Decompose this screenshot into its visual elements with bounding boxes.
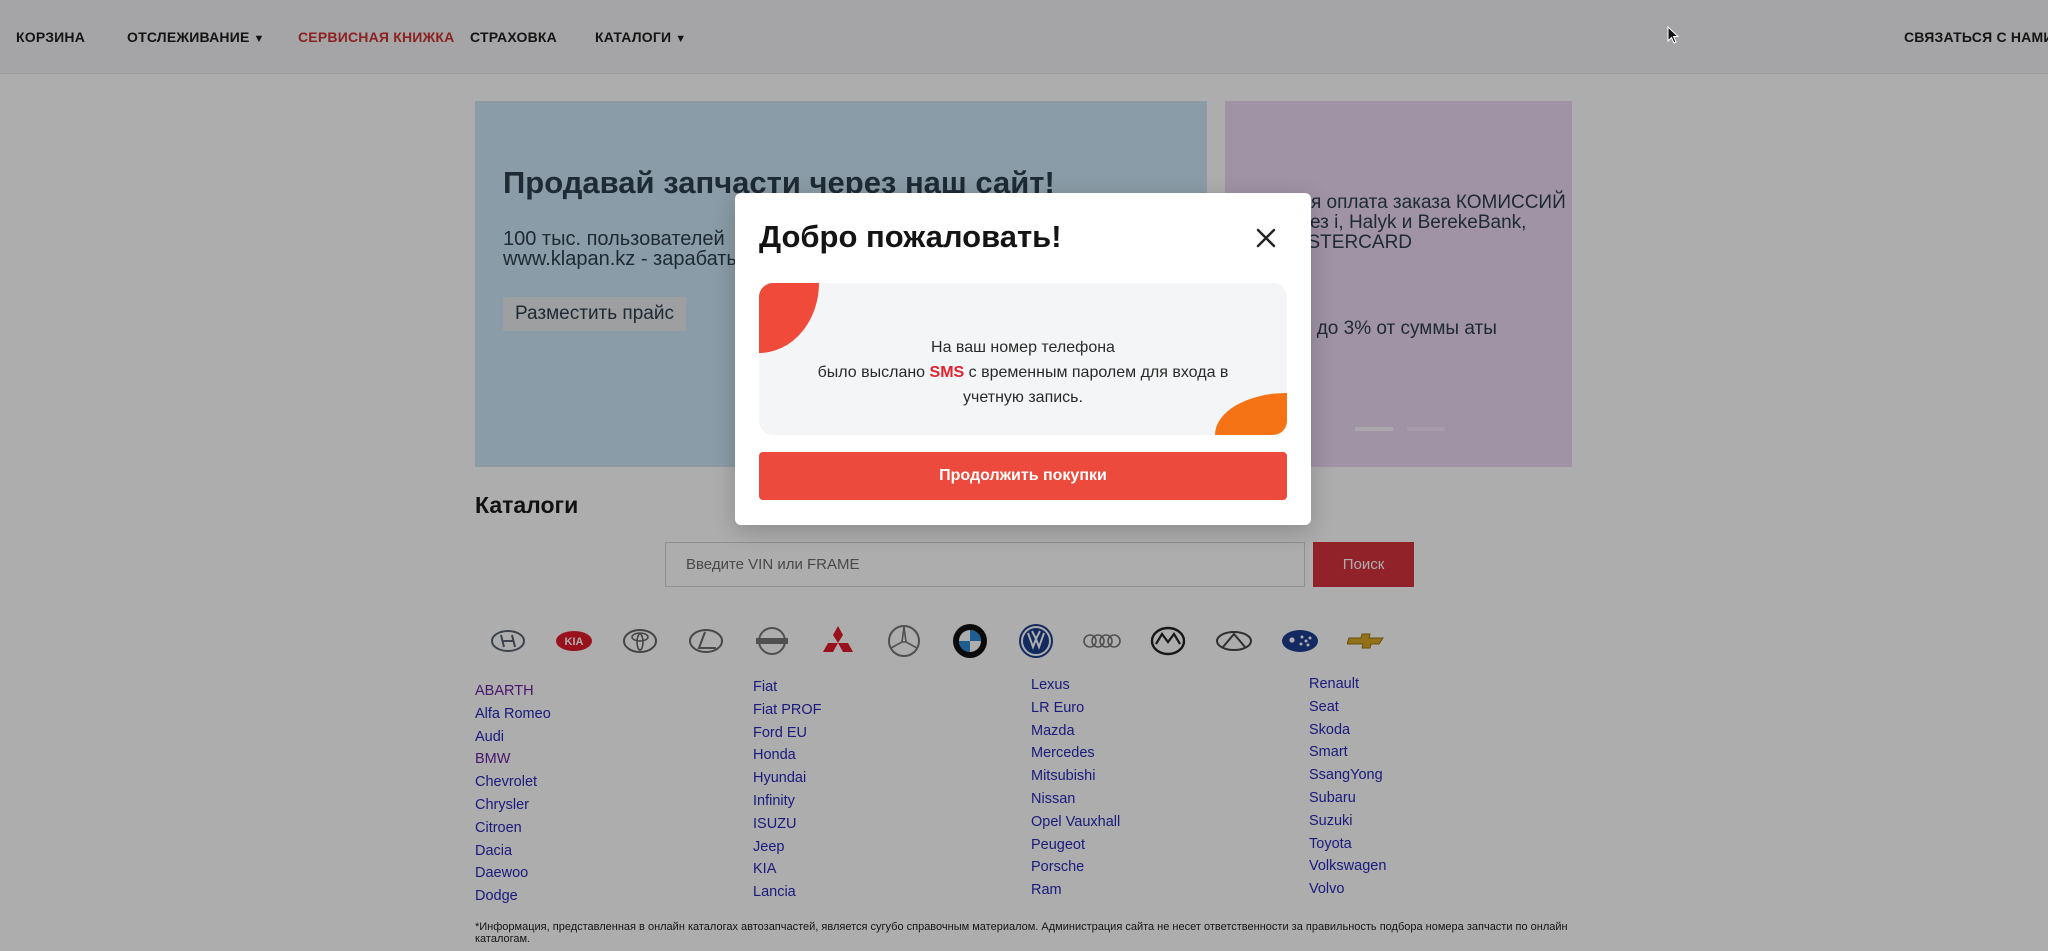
sms-message-card: На ваш номер телефона было выслано SMS с… (759, 283, 1287, 435)
continue-shopping-button[interactable]: Продолжить покупки (759, 452, 1287, 500)
modal-title: Добро пожаловать! (759, 219, 1062, 254)
message-line: с временным паролем для входа в (964, 364, 1229, 381)
message-line: учетную запись. (963, 389, 1083, 406)
message-line: было выслано (817, 364, 930, 381)
sms-highlight: SMS (929, 364, 965, 381)
sms-message-text: На ваш номер телефона было выслано SMS с… (759, 335, 1287, 410)
message-line: На ваш номер телефона (931, 339, 1115, 356)
close-icon[interactable] (1252, 224, 1280, 252)
welcome-modal: Добро пожаловать! На ваш номер телефона … (735, 193, 1311, 525)
mouse-cursor-icon (1667, 26, 1679, 44)
